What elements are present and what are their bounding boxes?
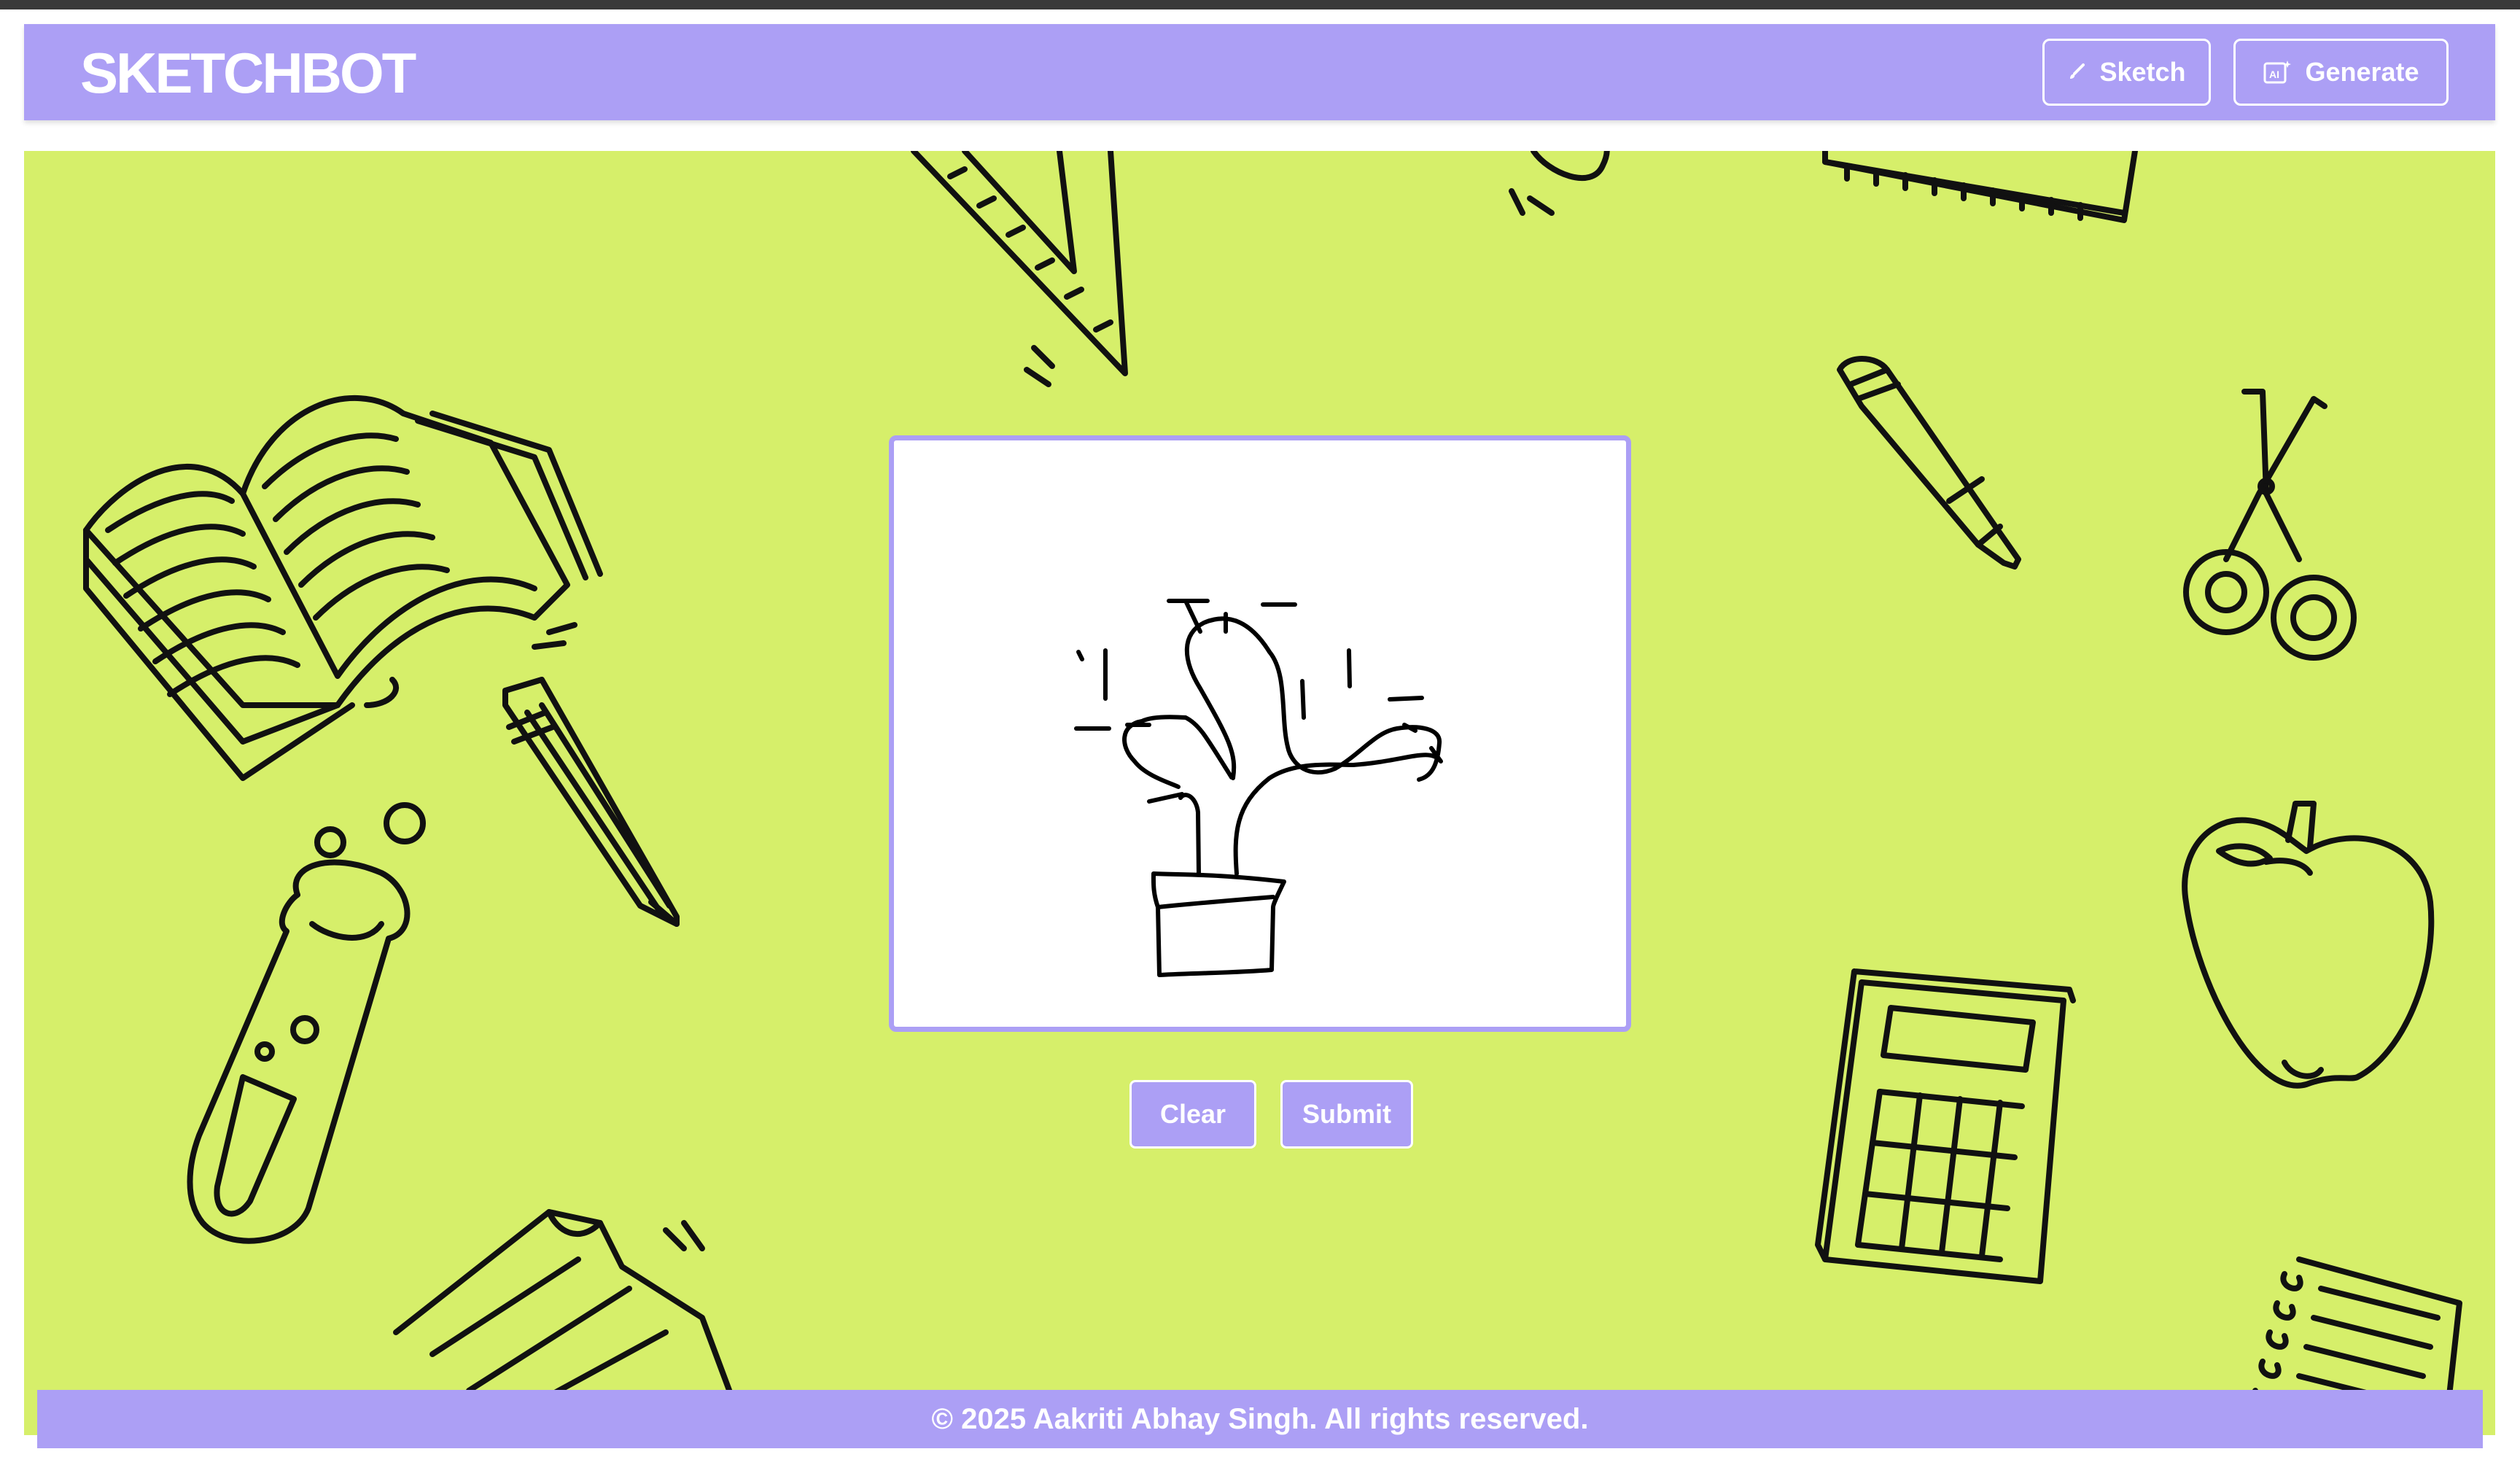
site-footer: © 2025 Aakriti Abhay Singh. All rights r… — [37, 1390, 2483, 1448]
marker-doodle — [1837, 356, 2021, 570]
sketch-button-label: Sketch — [2099, 57, 2186, 87]
generate-button[interactable]: AI Generate — [2233, 39, 2449, 106]
drawing-canvas[interactable] — [889, 435, 1631, 1032]
ruler-doodle — [1822, 151, 2138, 223]
apple-doodle — [2182, 801, 2435, 1089]
submit-button[interactable]: Submit — [1280, 1080, 1413, 1149]
scissors-doodle — [2183, 389, 2357, 661]
brush-icon — [2067, 63, 2086, 82]
brand-logo[interactable]: SKETCHBOT — [80, 40, 416, 106]
ai-icon: AI — [2263, 59, 2292, 85]
sketch-stage: Clear Submit — [24, 151, 2495, 1435]
paper-clip-doodle — [1509, 151, 1610, 216]
copyright-text: © 2025 Aakriti Abhay Singh. All rights r… — [931, 1402, 1589, 1435]
set-square-doodle — [911, 151, 1128, 387]
pencil-doodle — [502, 677, 680, 927]
sketch-button[interactable]: Sketch — [2042, 39, 2211, 106]
app-header: SKETCHBOT Sketch AI Generate — [24, 24, 2495, 120]
svg-text:AI: AI — [2269, 69, 2279, 80]
calculator-doodle — [1815, 968, 2076, 1284]
top-border — [0, 0, 2520, 9]
clear-button[interactable]: Clear — [1129, 1080, 1256, 1149]
test-tube-doodle — [187, 802, 426, 1244]
cactus-sketch — [1074, 599, 1443, 977]
generate-button-label: Generate — [2305, 57, 2419, 87]
